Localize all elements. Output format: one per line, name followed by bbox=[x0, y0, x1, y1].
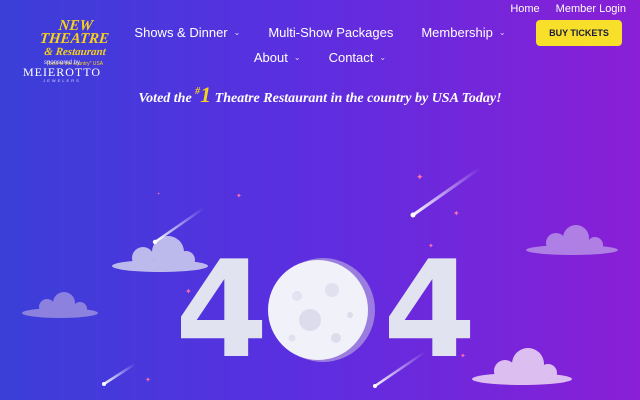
cloud-icon bbox=[472, 348, 572, 385]
nav-item-label: Shows & Dinner bbox=[134, 25, 228, 40]
sponsor-name: MEIEROTTO bbox=[22, 65, 102, 79]
banner-after: Theatre Restaurant in the country by USA… bbox=[214, 91, 502, 106]
main-nav-row-2: About ⌄ Contact ⌄ bbox=[130, 45, 510, 70]
nav-item-shows-dinner[interactable]: Shows & Dinner ⌄ bbox=[134, 25, 240, 40]
nav-item-label: About bbox=[253, 50, 288, 65]
logo-line1: NEW THEATRE bbox=[38, 18, 110, 47]
svg-text:✦: ✦ bbox=[236, 192, 242, 200]
nav-item-contact[interactable]: Contact ⌄ bbox=[329, 50, 387, 65]
svg-text:✦: ✦ bbox=[157, 191, 161, 196]
main-nav-row-1: Shows & Dinner ⌄ Multi-Show Packages Mem… bbox=[130, 20, 510, 45]
nav-item-label: Multi-Show Packages bbox=[268, 25, 394, 40]
cloud-icon bbox=[22, 292, 98, 318]
rank-number: 1 bbox=[200, 82, 212, 107]
buy-tickets-button[interactable]: BUY TICKETS bbox=[536, 20, 622, 46]
nav-item-label: Contact bbox=[328, 50, 374, 65]
chevron-down-icon: ⌄ bbox=[379, 53, 387, 62]
shooting-star-icon bbox=[102, 362, 137, 386]
chevron-down-icon: ⌄ bbox=[233, 28, 241, 37]
banner-before: Voted the bbox=[138, 91, 192, 106]
nav-item-membership[interactable]: Membership ⌄ bbox=[421, 25, 505, 40]
shooting-star-icon bbox=[410, 166, 482, 218]
chevron-down-icon: ⌄ bbox=[498, 28, 506, 37]
rank-badge: #1 bbox=[195, 82, 211, 108]
sponsor-logo[interactable]: sponsored by MEIEROTTO JEWELERS bbox=[22, 60, 102, 83]
moon-icon bbox=[268, 258, 375, 362]
nav-item-label: Membership bbox=[421, 25, 493, 40]
error-digit-left: 4 bbox=[175, 232, 269, 388]
error-digit-right: 4 bbox=[383, 232, 477, 388]
nav-item-multi-show-packages[interactable]: Multi-Show Packages bbox=[268, 25, 393, 40]
main-nav: Shows & Dinner ⌄ Multi-Show Packages Mem… bbox=[130, 20, 510, 70]
logo-line2: & Restaurant bbox=[43, 46, 107, 58]
member-login-link[interactable]: Member Login bbox=[556, 3, 626, 15]
award-banner: Voted the #1 Theatre Restaurant in the c… bbox=[0, 82, 640, 108]
cloud-icon bbox=[526, 225, 618, 255]
svg-text:✦: ✦ bbox=[453, 209, 460, 218]
nav-item-about[interactable]: About ⌄ bbox=[254, 50, 301, 65]
utility-nav: Home Member Login bbox=[510, 3, 626, 15]
chevron-down-icon: ⌄ bbox=[293, 53, 301, 62]
svg-text:✦: ✦ bbox=[145, 376, 151, 384]
home-link[interactable]: Home bbox=[510, 3, 539, 15]
svg-text:✦: ✦ bbox=[416, 172, 424, 182]
